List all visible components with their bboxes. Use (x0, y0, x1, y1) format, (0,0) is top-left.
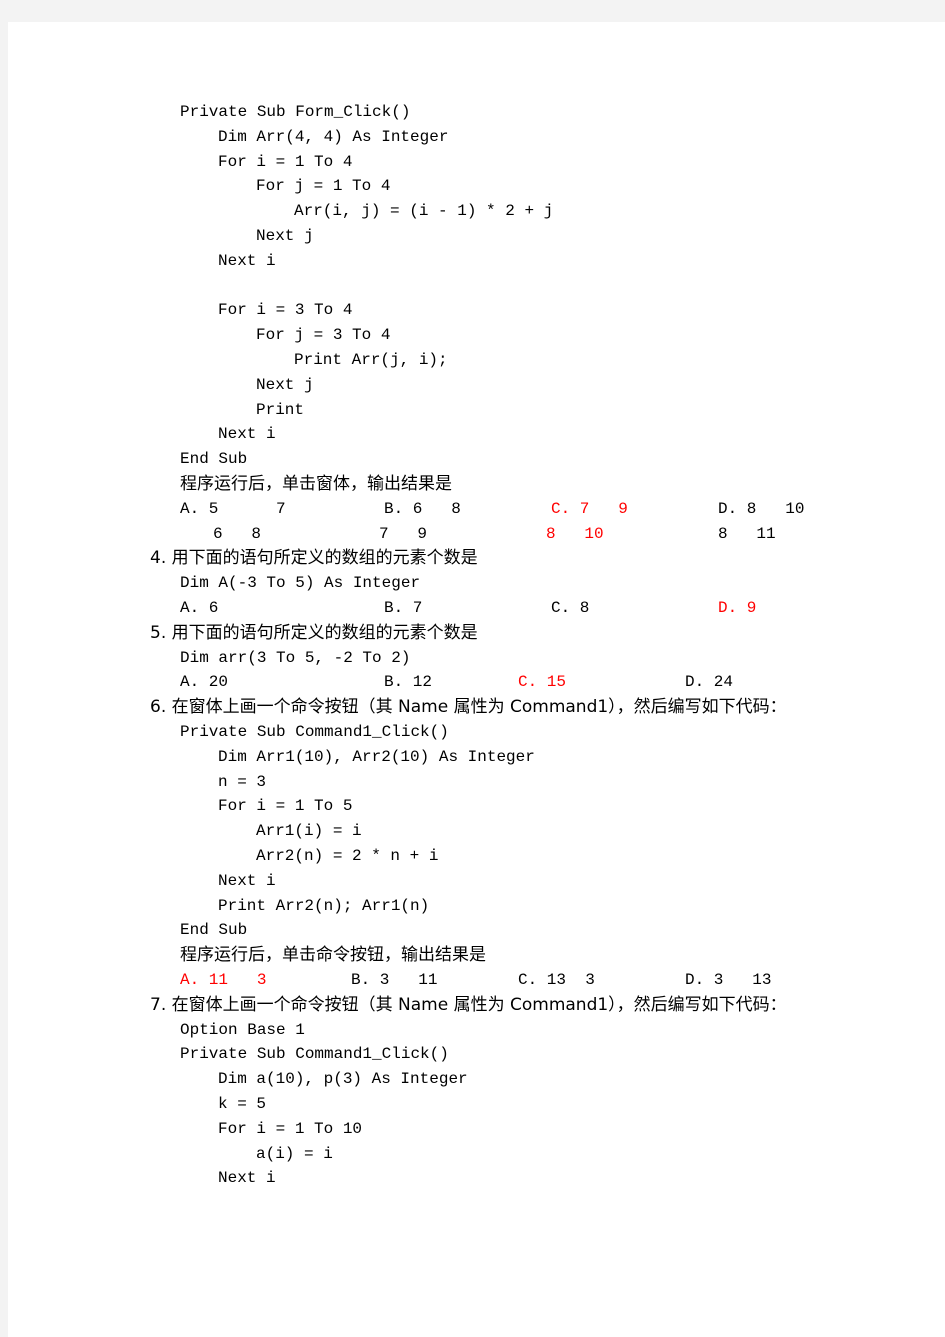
code-line: For i = 1 To 5 (218, 797, 353, 816)
code-line: Dim arr(3 To 5, -2 To 2) (180, 648, 411, 667)
code-line: For i = 1 To 4 (218, 152, 353, 171)
answer-option: D. 8 10 (718, 499, 805, 518)
code-line: Arr1(i) = i (256, 822, 362, 841)
code-line: For i = 1 To 10 (218, 1119, 363, 1138)
code-line: Dim Arr(4, 4) As Integer (218, 127, 449, 146)
code-line: Print (256, 400, 305, 419)
code-line: For j = 1 To 4 (256, 177, 391, 196)
code-line: End Sub (180, 450, 248, 469)
question-title: 6. 在窗体上画一个命令按钮（其 Name 属性为 Command1），然后编写… (150, 697, 787, 718)
answer-option: A. 5 7 (180, 499, 286, 518)
question-prompt: 程序运行后，单击命令按钮，输出结果是 (180, 945, 486, 966)
question-title: 4. 用下面的语句所定义的数组的元素个数是 (150, 548, 478, 569)
code-line: Arr2(n) = 2 * n + i (256, 847, 439, 865)
answer-option: B. 3 11 (351, 971, 438, 989)
code-line: Next j (256, 227, 314, 245)
answer-option: A. 11 3 (180, 971, 267, 989)
code-line: Next j (256, 375, 314, 394)
code-line: Next i (218, 871, 276, 890)
code-line: n = 3 (218, 772, 267, 791)
code-line: End Sub (180, 921, 248, 940)
code-line: Arr(i, j) = (i - 1) * 2 + j (294, 202, 554, 221)
answer-option: C. 13 3 (518, 971, 595, 989)
answer-option-line2: 8 10 (546, 524, 604, 543)
answer-option: A. 20 (180, 673, 229, 692)
document-page: Private Sub Form_Click() Dim Arr(4, 4) As… (8, 22, 945, 1337)
code-line: Print Arr2(n); Arr1(n) (218, 896, 430, 915)
code-line: Private Sub Command1_Click() (180, 1045, 449, 1064)
code-line: a(i) = i (256, 1144, 333, 1163)
code-line: Next i (218, 425, 276, 444)
code-line: Private Sub Command1_Click() (180, 723, 449, 741)
answer-option: B. 12 (384, 673, 433, 692)
answer-option: B. 7 (384, 599, 423, 617)
answer-option: D. 24 (685, 673, 734, 692)
answer-option-line2: 6 8 (213, 524, 262, 543)
question-title: 7. 在窗体上画一个命令按钮（其 Name 属性为 Command1），然后编写… (150, 994, 787, 1015)
answer-option: C. 8 (551, 599, 590, 617)
code-line: Dim a(10), p(3) As Integer (218, 1070, 468, 1089)
code-line: For j = 3 To 4 (256, 326, 391, 345)
answer-option-line2: 8 11 (718, 524, 776, 543)
answer-option-line2: 7 9 (379, 524, 428, 543)
code-line: Print Arr(j, i); (294, 351, 448, 369)
question-prompt: 程序运行后，单击窗体，输出结果是 (180, 474, 452, 494)
code-line: k = 5 (218, 1095, 267, 1113)
code-line: Next i (218, 251, 276, 270)
code-line: Dim A(-3 To 5) As Integer (180, 574, 421, 593)
answer-option: B. 6 8 (384, 499, 461, 518)
answer-option: D. 9 (718, 599, 757, 617)
question-title: 5. 用下面的语句所定义的数组的元素个数是 (150, 622, 478, 643)
answer-option: A. 6 (180, 599, 219, 617)
answer-option: C. 15 (518, 673, 567, 692)
code-line: Next i (218, 1169, 276, 1188)
code-line: Dim Arr1(10), Arr2(10) As Integer (218, 747, 535, 766)
answer-option: C. 7 9 (551, 499, 628, 518)
answer-option: D. 3 13 (685, 971, 772, 989)
code-line: For i = 3 To 4 (218, 301, 353, 320)
code-line: Private Sub Form_Click() (180, 103, 411, 121)
code-line: Option Base 1 (180, 1020, 305, 1039)
